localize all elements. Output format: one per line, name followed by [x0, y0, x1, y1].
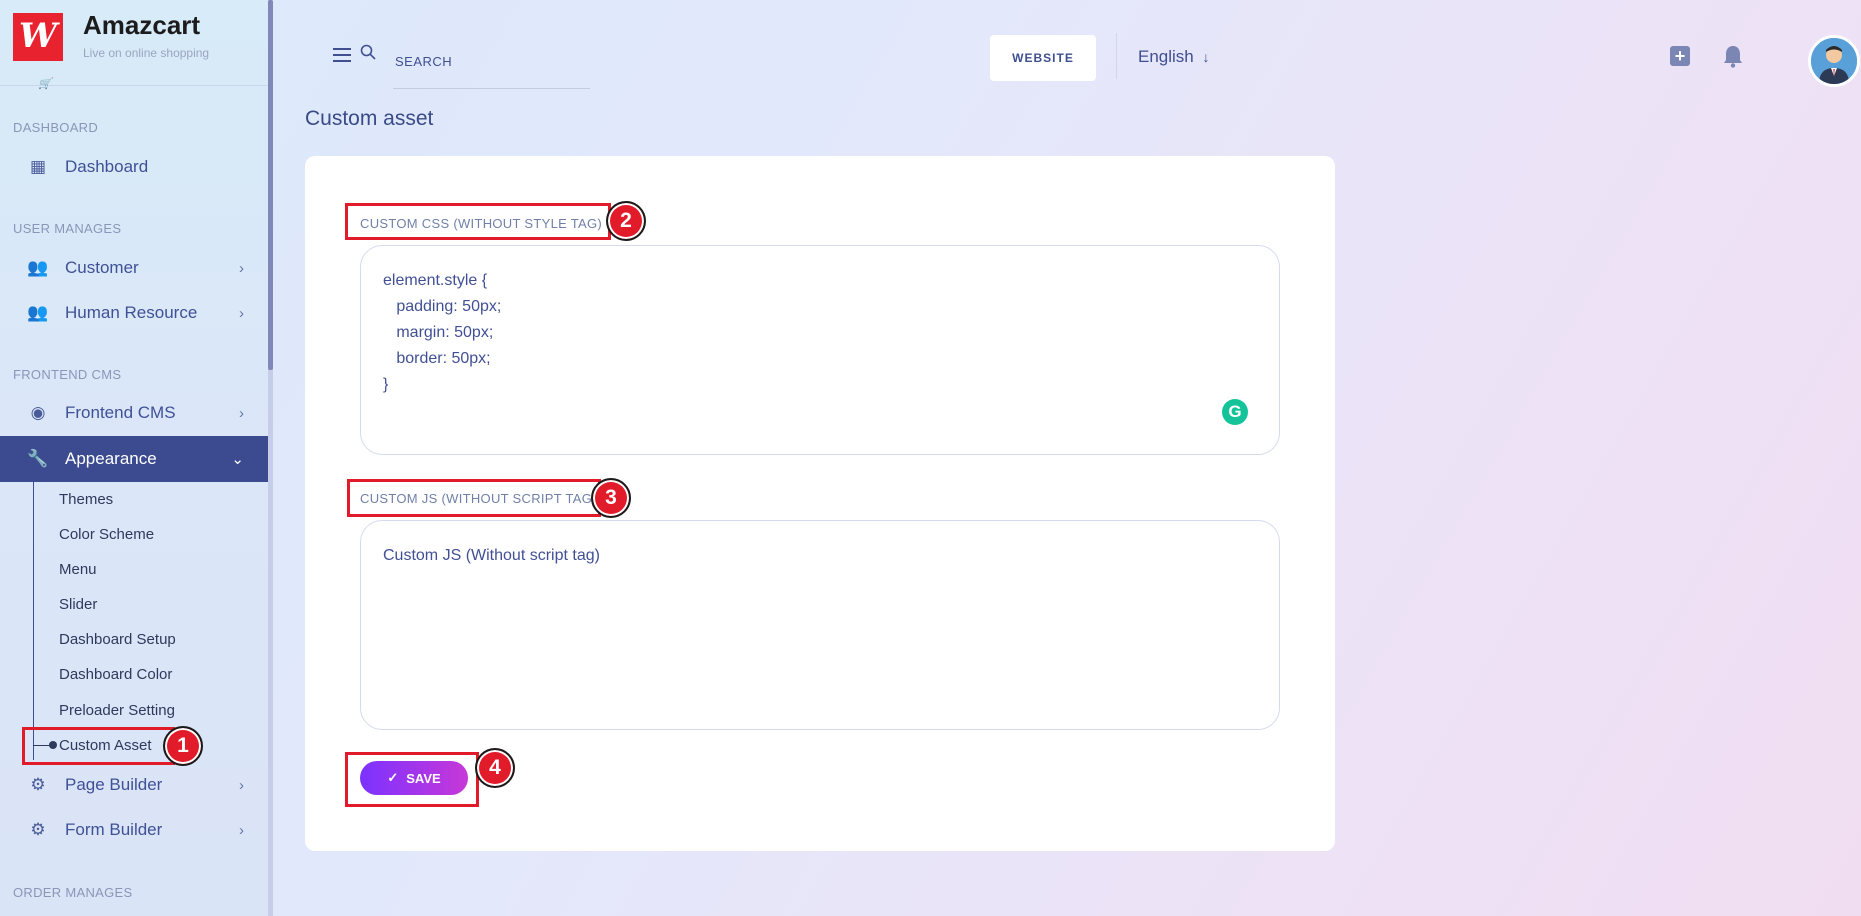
submenu-item-slider[interactable]: Slider: [59, 596, 97, 613]
annotation-box-4: [345, 752, 479, 807]
language-label: English: [1138, 47, 1194, 66]
chevron-right-icon: ›: [239, 259, 244, 277]
sidebar-item-label: Page Builder: [65, 775, 163, 794]
custom-js-input[interactable]: [360, 520, 1280, 730]
sidebar-scrollbar[interactable]: [268, 0, 273, 916]
annotation-box-1: [22, 727, 175, 765]
avatar[interactable]: [1808, 35, 1860, 87]
chevron-right-icon: ›: [239, 821, 244, 839]
brand-tagline: Live on online shopping: [83, 46, 210, 60]
section-order-manages: ORDER MANAGES: [13, 885, 133, 900]
gears-icon: ⚙: [30, 820, 46, 839]
arrow-down-icon: ↓: [1202, 49, 1210, 65]
menu-toggle-icon[interactable]: [333, 48, 351, 62]
sidebar-item-customer[interactable]: 👥 Customer ›: [0, 245, 268, 291]
submenu-item-color-scheme[interactable]: Color Scheme: [59, 526, 154, 543]
annotation-badge-2: 2: [606, 201, 646, 241]
user-avatar-icon: [1811, 38, 1857, 84]
sidebar-item-label: Appearance: [65, 449, 157, 468]
language-selector[interactable]: English ↓: [1138, 47, 1210, 67]
section-user-manages: USER MANAGES: [13, 221, 122, 236]
submenu-item-dashboard-setup[interactable]: Dashboard Setup: [59, 631, 176, 648]
sidebar-item-label: Dashboard: [65, 157, 149, 176]
search-icon: [360, 44, 376, 60]
header-divider: [1116, 33, 1117, 79]
gears-icon: ⚙: [30, 775, 46, 794]
sidebar-item-frontend-cms[interactable]: ◉ Frontend CMS ›: [0, 390, 268, 436]
sidebar-item-human-resource[interactable]: 👥 Human Resource ›: [0, 290, 268, 336]
search-input[interactable]: [393, 44, 590, 89]
brand-name: Amazcart: [83, 10, 201, 40]
sidebar-item-label: Form Builder: [65, 820, 163, 839]
users-icon: 👥: [27, 303, 49, 322]
sidebar-item-appearance[interactable]: 🔧 Appearance ⌄: [0, 436, 268, 482]
submenu-item-menu[interactable]: Menu: [59, 561, 97, 578]
section-dashboard: DASHBOARD: [13, 120, 99, 135]
sidebar-item-label: Human Resource: [65, 303, 198, 322]
sidebar-item-label: Frontend CMS: [65, 403, 176, 422]
custom-css-input[interactable]: element.style { padding: 50px; margin: 5…: [360, 245, 1280, 455]
plus-icon[interactable]: +: [1670, 46, 1690, 66]
submenu-item-themes[interactable]: Themes: [59, 491, 113, 508]
sidebar-item-form-builder[interactable]: ⚙ Form Builder ›: [0, 807, 268, 853]
grid-icon: ▦: [29, 157, 47, 176]
users-icon: 👥: [27, 258, 49, 277]
sidebar-item-label: Customer: [65, 258, 139, 277]
page-title: Custom asset: [305, 107, 434, 130]
submenu-line: [33, 482, 34, 760]
scrollbar-thumb[interactable]: [268, 0, 273, 370]
wrench-icon: 🔧: [27, 449, 49, 468]
section-frontend-cms: FRONTEND CMS: [13, 367, 122, 382]
annotation-box-2: [345, 203, 611, 240]
sidebar-item-page-builder[interactable]: ⚙ Page Builder ›: [0, 762, 268, 808]
submenu-item-preloader-setting[interactable]: Preloader Setting: [59, 702, 175, 719]
sidebar: W 🛒 Amazcart Live on online shopping DASH…: [0, 0, 268, 916]
bell-icon[interactable]: [1722, 44, 1744, 68]
submenu-item-dashboard-color[interactable]: Dashboard Color: [59, 666, 172, 683]
annotation-badge-1: 1: [163, 726, 203, 766]
logo[interactable]: W 🛒: [13, 13, 63, 90]
chevron-right-icon: ›: [239, 304, 244, 322]
chevron-down-icon: ⌄: [231, 451, 244, 468]
eye-icon: ◉: [30, 403, 46, 422]
annotation-badge-4: 4: [475, 748, 515, 788]
sidebar-item-dashboard[interactable]: ▦ Dashboard: [0, 144, 268, 190]
annotation-box-3: [347, 479, 601, 517]
brand: W 🛒 Amazcart Live on online shopping: [0, 0, 268, 90]
grammarly-icon[interactable]: G: [1222, 399, 1248, 425]
website-button[interactable]: WEBSITE: [990, 35, 1096, 81]
chevron-right-icon: ›: [239, 776, 244, 794]
annotation-badge-3: 3: [591, 478, 631, 518]
chevron-right-icon: ›: [239, 404, 244, 422]
